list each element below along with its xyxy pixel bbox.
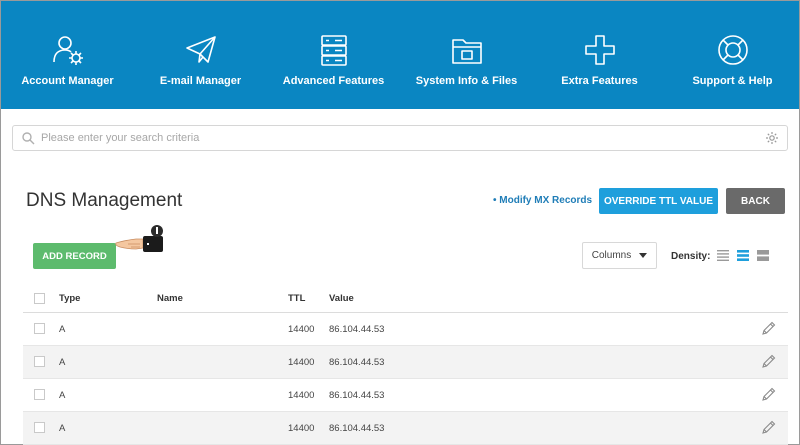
table-row: A 14400 86.104.44.53 (23, 412, 788, 445)
nav-label: Support & Help (692, 75, 773, 87)
nav-system-info-files[interactable]: System Info & Files (400, 1, 533, 109)
nav-label: Advanced Features (282, 75, 385, 87)
nav-label: E-mail Manager (159, 75, 242, 87)
cell-type: A (59, 357, 66, 368)
header-value[interactable]: Value (329, 293, 354, 304)
cell-ttl: 14400 (288, 357, 315, 368)
table-row: A 14400 86.104.44.53 (23, 346, 788, 379)
modify-mx-records-link[interactable]: • Modify MX Records (493, 195, 592, 206)
nav-account-manager[interactable]: Account Manager (1, 1, 134, 109)
density-comfortable-icon[interactable] (757, 250, 769, 261)
table-row: A 14400 86.104.44.53 (23, 379, 788, 412)
nav-label: Account Manager (21, 75, 114, 87)
account-manager-icon (52, 36, 83, 65)
cell-value: 86.104.44.53 (329, 423, 385, 434)
density-standard-icon[interactable] (737, 250, 749, 261)
pencil-icon[interactable] (761, 321, 776, 336)
density-compact-icon[interactable] (717, 250, 729, 261)
columns-dropdown[interactable]: Columns (582, 242, 657, 269)
header-type[interactable]: Type (59, 293, 80, 304)
pencil-icon[interactable] (761, 387, 776, 402)
cell-value: 86.104.44.53 (329, 390, 385, 401)
add-record-button[interactable]: ADD RECORD (33, 243, 116, 269)
header-name[interactable]: Name (157, 293, 183, 304)
header-ttl[interactable]: TTL (288, 293, 305, 304)
search-icon (22, 132, 35, 145)
server-icon (320, 35, 347, 66)
pencil-icon[interactable] (761, 420, 776, 435)
nav-support-help[interactable]: Support & Help (666, 1, 799, 109)
paper-plane-icon (185, 36, 216, 63)
gear-icon[interactable] (765, 131, 779, 145)
search-bar (12, 125, 788, 151)
pointing-hand-icon (115, 225, 163, 252)
columns-label: Columns (591, 250, 632, 261)
select-all-checkbox[interactable] (34, 293, 45, 304)
nav-extra-features[interactable]: Extra Features (533, 1, 666, 109)
cell-ttl: 14400 (288, 390, 315, 401)
back-button[interactable]: BACK (726, 188, 785, 214)
search-input[interactable] (41, 132, 765, 144)
top-navigation: Account Manager E-mail Manager Advanced … (1, 1, 799, 109)
override-ttl-button[interactable]: OVERRIDE TTL VALUE (599, 188, 718, 214)
nav-label: Extra Features (561, 75, 638, 87)
table-row: A 14400 86.104.44.53 (23, 313, 788, 346)
row-checkbox[interactable] (34, 323, 45, 334)
row-checkbox[interactable] (34, 389, 45, 400)
cell-value: 86.104.44.53 (329, 324, 385, 335)
caret-down-icon (639, 253, 648, 258)
table-header-row: Type Name TTL Value (23, 283, 788, 313)
folder-icon (451, 39, 482, 64)
row-checkbox[interactable] (34, 422, 45, 433)
dns-records-table: Type Name TTL Value A 14400 86.104.44.53… (23, 283, 788, 445)
nav-advanced-features[interactable]: Advanced Features (267, 1, 400, 109)
cell-ttl: 14400 (288, 423, 315, 434)
row-checkbox[interactable] (34, 356, 45, 367)
nav-label: System Info & Files (415, 75, 518, 87)
cell-type: A (59, 324, 66, 335)
cell-type: A (59, 423, 66, 434)
density-label: Density: (671, 251, 711, 262)
page-title: DNS Management (26, 190, 183, 211)
cell-type: A (59, 390, 66, 401)
lifebuoy-icon (717, 35, 748, 65)
cell-ttl: 14400 (288, 324, 315, 335)
cell-value: 86.104.44.53 (329, 357, 385, 368)
plus-icon (584, 35, 615, 65)
nav-email-manager[interactable]: E-mail Manager (134, 1, 267, 109)
pencil-icon[interactable] (761, 354, 776, 369)
